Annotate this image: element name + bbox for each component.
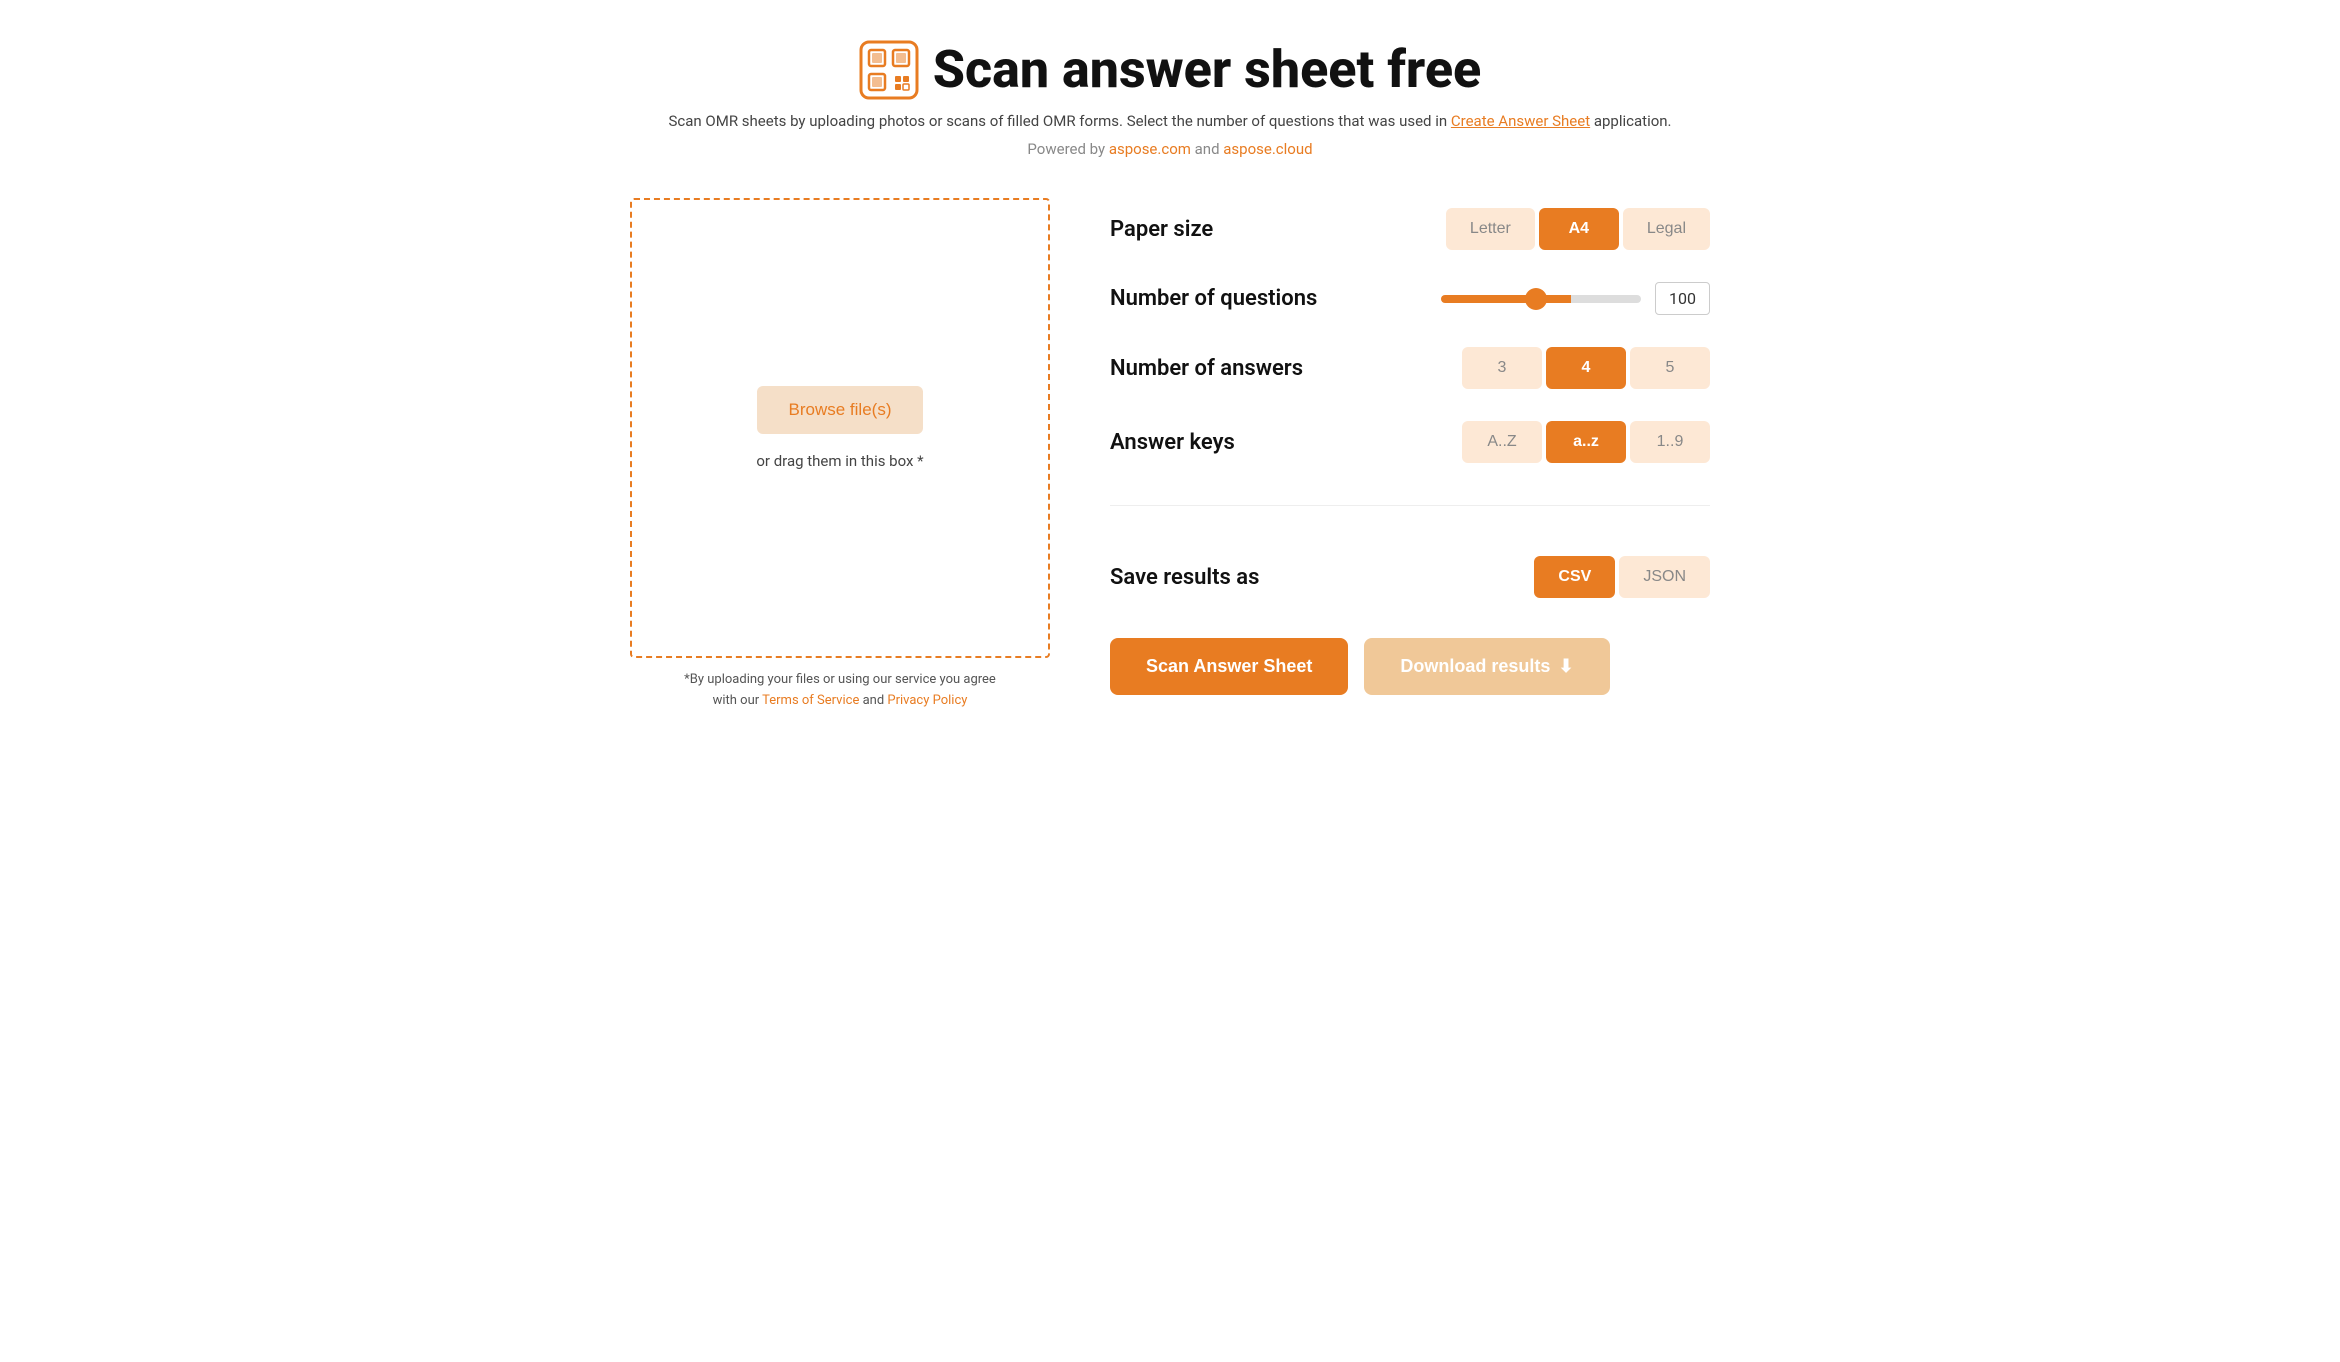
answers-5[interactable]: 5 <box>1630 347 1710 389</box>
save-results-label: Save results as <box>1110 565 1330 590</box>
download-results-label: Download results <box>1400 656 1550 677</box>
action-buttons: Scan Answer Sheet Download results ⬇ <box>1110 638 1710 695</box>
paper-size-letter[interactable]: Letter <box>1446 208 1535 250</box>
questions-slider-container: 100 <box>1441 282 1710 315</box>
tos-link[interactable]: Terms of Service <box>762 693 859 708</box>
divider <box>1110 505 1710 506</box>
answers-group: 3 4 5 <box>1462 347 1710 389</box>
answer-key-numeric[interactable]: 1..9 <box>1630 421 1710 463</box>
format-json[interactable]: JSON <box>1619 556 1710 598</box>
controls-section: Paper size Letter A4 Legal Number of que… <box>1110 198 1710 695</box>
download-results-button[interactable]: Download results ⬇ <box>1364 638 1609 695</box>
scan-answer-sheet-button[interactable]: Scan Answer Sheet <box>1110 638 1348 695</box>
num-questions-label: Number of questions <box>1110 286 1330 311</box>
download-icon: ⬇ <box>1558 656 1573 677</box>
answers-4[interactable]: 4 <box>1546 347 1626 389</box>
answer-keys-group: A..Z a..z 1..9 <box>1462 421 1710 463</box>
answer-keys-row: Answer keys A..Z a..z 1..9 <box>1110 421 1710 463</box>
paper-size-a4[interactable]: A4 <box>1539 208 1619 250</box>
answer-keys-label: Answer keys <box>1110 430 1330 455</box>
page-header: Scan answer sheet free Scan OMR sheets b… <box>630 40 1710 158</box>
privacy-policy-link[interactable]: Privacy Policy <box>887 693 967 708</box>
page-title: Scan answer sheet free <box>933 41 1482 98</box>
aspose-cloud-link[interactable]: aspose.cloud <box>1223 140 1312 158</box>
paper-size-group: Letter A4 Legal <box>1446 208 1710 250</box>
main-content: Browse file(s) or drag them in this box … <box>630 198 1710 712</box>
paper-size-legal[interactable]: Legal <box>1623 208 1710 250</box>
answer-key-lower[interactable]: a..z <box>1546 421 1626 463</box>
omr-icon <box>859 40 919 100</box>
save-results-row: Save results as CSV JSON <box>1110 556 1710 598</box>
paper-size-row: Paper size Letter A4 Legal <box>1110 208 1710 250</box>
drag-drop-text: or drag them in this box * <box>756 452 923 470</box>
powered-by: Powered by aspose.com and aspose.cloud <box>630 140 1710 158</box>
num-questions-row: Number of questions 100 <box>1110 282 1710 315</box>
save-format-group: CSV JSON <box>1534 556 1710 598</box>
format-csv[interactable]: CSV <box>1534 556 1615 598</box>
subtitle: Scan OMR sheets by uploading photos or s… <box>630 112 1710 130</box>
num-answers-label: Number of answers <box>1110 356 1330 381</box>
upload-note: *By uploading your files or using our se… <box>630 670 1050 712</box>
upload-dropzone[interactable]: Browse file(s) or drag them in this box … <box>630 198 1050 658</box>
paper-size-label: Paper size <box>1110 217 1330 242</box>
browse-files-button[interactable]: Browse file(s) <box>757 386 924 434</box>
num-answers-row: Number of answers 3 4 5 <box>1110 347 1710 389</box>
questions-slider[interactable] <box>1441 295 1641 303</box>
create-answer-sheet-link[interactable]: Create Answer Sheet <box>1451 112 1590 130</box>
aspose-com-link[interactable]: aspose.com <box>1109 140 1191 158</box>
answer-key-upper[interactable]: A..Z <box>1462 421 1542 463</box>
upload-section: Browse file(s) or drag them in this box … <box>630 198 1050 712</box>
questions-value: 100 <box>1655 282 1710 315</box>
answers-3[interactable]: 3 <box>1462 347 1542 389</box>
